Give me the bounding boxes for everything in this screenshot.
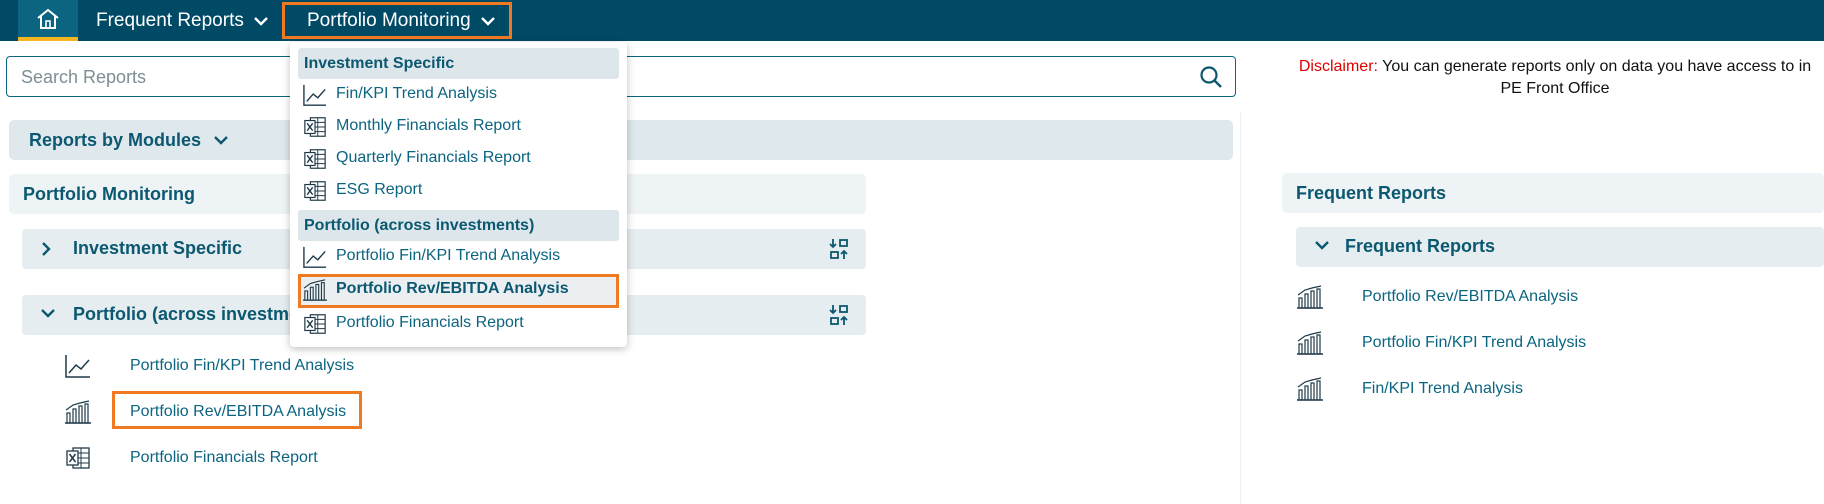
nav-frequent-reports[interactable]: Frequent Reports: [96, 0, 268, 41]
frequent-reports-header: Frequent Reports: [1282, 173, 1824, 213]
dropdown-item-active[interactable]: Portfolio Rev/EBITDA Analysis: [298, 274, 619, 308]
nav-frequent-reports-label: Frequent Reports: [96, 9, 244, 31]
frequent-reports-title: Frequent Reports: [1296, 182, 1447, 203]
bar-chart-icon: [65, 400, 91, 424]
dropdown-item-label: Monthly Financials Report: [336, 117, 521, 134]
disclaimer-label: Disclaimer:: [1298, 58, 1378, 75]
list-item[interactable]: Portfolio Fin/KPI Trend Analysis: [1296, 330, 1796, 358]
chevron-down-icon: [41, 309, 55, 318]
dropdown-item[interactable]: Portfolio Fin/KPI Trend Analysis: [298, 241, 619, 271]
highlight-box: [112, 391, 362, 429]
dropdown-item-label: Portfolio Rev/EBITDA Analysis: [336, 280, 569, 297]
expand-collapse-icon[interactable]: [828, 303, 850, 327]
nav-portfolio-monitoring[interactable]: Portfolio Monitoring: [282, 2, 512, 39]
dropdown-item-label: ESG Report: [336, 181, 423, 198]
dropdown-item-label: Portfolio Fin/KPI Trend Analysis: [336, 247, 561, 264]
excel-icon: [66, 447, 90, 469]
top-nav-bar: Frequent Reports Portfolio Monitoring: [0, 0, 1824, 41]
chevron-down-icon: [1315, 241, 1329, 250]
list-item-label: Portfolio Financials Report: [130, 449, 318, 466]
expand-collapse-icon[interactable]: [828, 237, 850, 261]
line-chart-icon: [65, 355, 90, 378]
list-item[interactable]: Portfolio Rev/EBITDA Analysis: [1296, 284, 1796, 312]
bar-chart-icon: [1297, 285, 1323, 309]
disclaimer: Disclaimer: You can generate reports onl…: [1286, 56, 1824, 100]
home-button[interactable]: [18, 0, 78, 41]
list-item-label: Fin/KPI Trend Analysis: [1362, 380, 1523, 397]
home-icon: [37, 8, 59, 29]
dropdown-group-investment-specific: Investment Specific: [298, 48, 619, 79]
reports-by-modules-label: Reports by Modules: [29, 129, 202, 150]
dropdown-item[interactable]: Monthly Financials Report: [298, 111, 619, 141]
column-divider: [1240, 112, 1241, 504]
dropdown-item[interactable]: Portfolio Financials Report: [298, 308, 619, 338]
list-item[interactable]: Portfolio Fin/KPI Trend Analysis: [64, 353, 464, 381]
list-item-label: Portfolio Rev/EBITDA Analysis: [1362, 288, 1579, 305]
excel-icon: [304, 314, 326, 334]
dropdown-item[interactable]: ESG Report: [298, 175, 619, 205]
bar-chart-icon: [303, 279, 327, 301]
chevron-down-icon: [254, 16, 268, 26]
line-chart-icon: [303, 246, 327, 268]
nav-portfolio-monitoring-label: Portfolio Monitoring: [307, 9, 471, 31]
portfolio-monitoring-dropdown: Investment Specific Fin/KPI Trend Analys…: [290, 42, 627, 347]
chevron-down-icon: [480, 16, 495, 26]
list-item[interactable]: Portfolio Financials Report: [64, 445, 464, 473]
investment-specific-label: Investment Specific: [73, 238, 243, 258]
disclaimer-text: You can generate reports only on data yo…: [1377, 58, 1812, 97]
excel-icon: [304, 181, 326, 201]
frequent-reports-toggle[interactable]: Frequent Reports: [1296, 227, 1824, 267]
portfolio-monitoring-title: Portfolio Monitoring: [23, 183, 195, 204]
bar-chart-icon: [1297, 331, 1323, 355]
dropdown-group-portfolio-across: Portfolio (across investments): [298, 210, 619, 241]
frequent-reports-sub-label: Frequent Reports: [1345, 236, 1496, 256]
list-item[interactable]: Fin/KPI Trend Analysis: [1296, 376, 1796, 404]
list-item-label: Portfolio Fin/KPI Trend Analysis: [130, 357, 355, 374]
bar-chart-icon: [1297, 377, 1323, 401]
line-chart-icon: [303, 84, 327, 106]
dropdown-item-label: Quarterly Financials Report: [336, 149, 531, 166]
excel-icon: [304, 117, 326, 137]
search-icon[interactable]: [1199, 65, 1223, 89]
dropdown-item-label: Fin/KPI Trend Analysis: [336, 85, 497, 102]
excel-icon: [304, 149, 326, 169]
dropdown-item[interactable]: Fin/KPI Trend Analysis: [298, 79, 619, 109]
chevron-down-icon: [214, 136, 228, 145]
dropdown-item-label: Portfolio Financials Report: [336, 314, 524, 331]
list-item-label: Portfolio Fin/KPI Trend Analysis: [1362, 334, 1587, 351]
chevron-right-icon: [42, 242, 51, 256]
dropdown-item[interactable]: Quarterly Financials Report: [298, 143, 619, 173]
